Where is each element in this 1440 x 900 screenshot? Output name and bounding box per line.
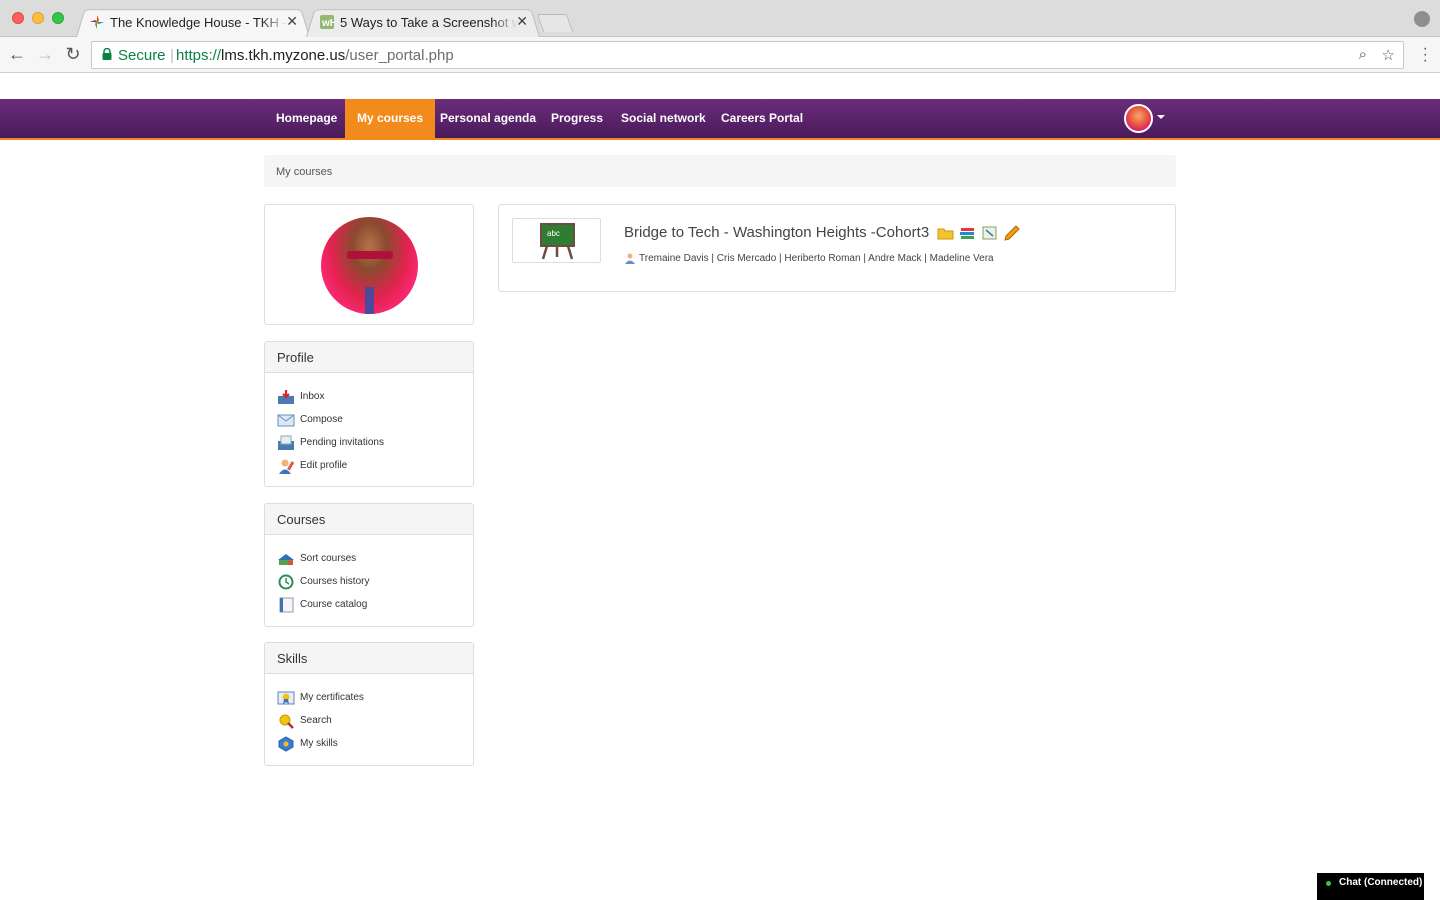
- close-window-button[interactable]: [12, 12, 24, 24]
- history-icon: [278, 574, 294, 589]
- online-status-dot: [1326, 881, 1331, 886]
- breadcrumb: My courses: [264, 155, 1176, 187]
- browser-tab-bar: The Knowledge House - TKH - My courses ✕…: [0, 0, 1440, 37]
- bookmark-star-icon[interactable]: ☆: [1382, 46, 1395, 64]
- nav-social-network[interactable]: Social network: [609, 99, 718, 138]
- lock-icon: [102, 48, 112, 60]
- tkh-favicon-icon: [90, 15, 104, 29]
- address-separator: |: [170, 47, 174, 64]
- nav-homepage[interactable]: Homepage: [264, 99, 349, 138]
- skills-item-certificates[interactable]: My certificates: [277, 686, 461, 709]
- books-icon[interactable]: [959, 225, 976, 241]
- profile-item-edit-profile[interactable]: Edit profile: [277, 454, 461, 477]
- page-content: Homepage My courses Personal agenda Prog…: [0, 74, 1440, 900]
- site-logo-fragment: [274, 74, 454, 76]
- wikihow-favicon-icon: wH: [320, 15, 334, 29]
- chat-status-button[interactable]: Chat (Connected): [1317, 873, 1424, 900]
- edit-profile-icon: [279, 459, 295, 474]
- blackboard-icon: abc: [540, 223, 575, 260]
- url-text: https://lms.tkh.myzone.us/user_portal.ph…: [176, 47, 454, 64]
- catalog-icon: [279, 597, 294, 612]
- secure-label: Secure: [118, 47, 166, 64]
- skills-item-search[interactable]: Search: [277, 709, 461, 732]
- courses-item-catalog[interactable]: Course catalog: [277, 593, 461, 616]
- compose-icon: [277, 414, 295, 426]
- course-tools: [937, 225, 1020, 241]
- tab-title: The Knowledge House - TKH - My courses: [110, 15, 288, 30]
- address-bar[interactable]: Secure | https://lms.tkh.myzone.us/user_…: [91, 41, 1404, 69]
- skills-icon: [278, 735, 294, 752]
- search-skills-icon: [279, 714, 294, 729]
- browser-toolbar: ← → ↻ Secure | https://lms.tkh.myzone.us…: [0, 37, 1440, 73]
- zoom-icon[interactable]: ⌕: [1359, 46, 1367, 63]
- minimize-window-button[interactable]: [32, 12, 44, 24]
- svg-text:wH: wH: [321, 18, 334, 29]
- nav-my-courses[interactable]: My courses: [345, 99, 436, 138]
- skills-item-my-skills[interactable]: My skills: [277, 732, 461, 755]
- courses-item-sort[interactable]: Sort courses: [277, 547, 461, 570]
- nav-personal-agenda[interactable]: Personal agenda: [428, 99, 548, 138]
- course-thumbnail[interactable]: abc: [512, 218, 601, 263]
- panel-title: Skills: [265, 643, 473, 674]
- panel-title: Profile: [265, 342, 473, 373]
- invitations-icon: [278, 435, 294, 450]
- certificate-icon: [277, 691, 295, 704]
- svg-text:abc: abc: [547, 229, 560, 238]
- new-tab-button[interactable]: [536, 14, 574, 32]
- courses-panel: Courses Sort courses Courses history Cou…: [264, 503, 474, 627]
- user-profile-card: [264, 204, 474, 325]
- panel-title: Courses: [265, 504, 473, 535]
- notebook-icon[interactable]: [981, 225, 998, 241]
- course-teachers: Tremaine Davis | Cris Mercado | Heribert…: [624, 252, 994, 264]
- courses-item-history[interactable]: Courses history: [277, 570, 461, 593]
- teacher-icon: [625, 253, 635, 264]
- forward-arrow-icon[interactable]: →: [34, 44, 56, 65]
- folder-icon[interactable]: [937, 225, 954, 241]
- user-avatar[interactable]: [1124, 104, 1153, 133]
- tab-title: 5 Ways to Take a Screenshot with Windows: [340, 15, 518, 30]
- course-card: abc Bridge to Tech - Washington Heights …: [498, 204, 1176, 292]
- browser-menu-icon[interactable]: · · ·: [1423, 41, 1428, 69]
- browser-tab[interactable]: wH 5 Ways to Take a Screenshot with Wind…: [306, 7, 540, 37]
- profile-item-inbox[interactable]: Inbox: [277, 385, 461, 408]
- user-photo[interactable]: [321, 217, 418, 314]
- chevron-down-icon[interactable]: [1157, 115, 1165, 119]
- skills-panel: Skills My certificates Search My skills: [264, 642, 474, 766]
- profile-item-pending-invitations[interactable]: Pending invitations: [277, 431, 461, 454]
- profile-panel: Profile Inbox Compose Pending invitation…: [264, 341, 474, 487]
- nav-careers-portal[interactable]: Careers Portal: [709, 99, 815, 138]
- browser-tab-active[interactable]: The Knowledge House - TKH - My courses ✕: [76, 7, 310, 37]
- reload-icon[interactable]: ↻: [62, 44, 84, 65]
- browser-profile-icon[interactable]: [1414, 11, 1430, 27]
- maximize-window-button[interactable]: [52, 12, 64, 24]
- sort-courses-icon: [278, 553, 294, 565]
- nav-progress[interactable]: Progress: [539, 99, 615, 138]
- inbox-icon: [278, 389, 294, 404]
- close-tab-icon[interactable]: ✕: [286, 13, 298, 30]
- profile-item-compose[interactable]: Compose: [277, 408, 461, 431]
- close-tab-icon[interactable]: ✕: [516, 13, 528, 30]
- back-arrow-icon[interactable]: ←: [6, 44, 28, 65]
- main-navbar: Homepage My courses Personal agenda Prog…: [0, 99, 1440, 140]
- pencil-icon[interactable]: [1003, 225, 1020, 241]
- course-title[interactable]: Bridge to Tech - Washington Heights -Coh…: [624, 224, 929, 241]
